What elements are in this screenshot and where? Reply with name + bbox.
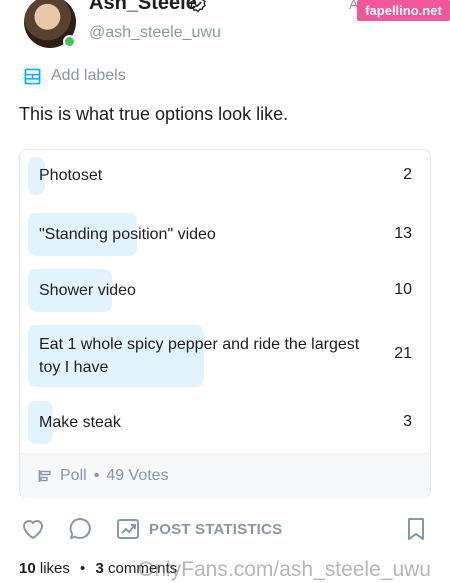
poll-option[interactable]: Eat 1 whole spicy pepper and ride the la… — [28, 325, 424, 387]
poll-summary: Poll • 49 Votes — [20, 453, 430, 498]
likes-count[interactable]: 10 — [19, 560, 36, 577]
poll-type-label: Poll — [60, 467, 87, 484]
bookmark-button[interactable] — [403, 514, 429, 544]
poll-option-label: Eat 1 whole spicy pepper and ride the la… — [39, 336, 360, 376]
like-button[interactable] — [20, 514, 46, 544]
post-actions-bar: POST STATISTICS — [0, 514, 450, 546]
online-status-dot — [63, 35, 76, 48]
poll-option-label: Make steak — [39, 414, 121, 431]
engagement-separator: • — [80, 560, 86, 577]
add-labels-text: Add labels — [51, 67, 126, 84]
creator-handle[interactable]: @ash_steele_uwu — [89, 24, 221, 42]
poll-card: Photoset 2 "Standing position" video 13 … — [19, 149, 431, 498]
post-text: This is what true options look like. — [19, 104, 289, 124]
add-labels-button[interactable]: Add labels — [24, 64, 126, 88]
comment-icon — [69, 518, 91, 539]
poll-total-votes: 49 Votes — [106, 467, 169, 484]
bookmark-icon — [408, 518, 424, 540]
comments-count[interactable]: 3 — [95, 560, 103, 577]
poll-option-votes: 2 — [403, 166, 412, 183]
poll-option-votes: 3 — [403, 413, 412, 430]
heart-icon — [22, 520, 44, 540]
label-icon — [24, 68, 41, 84]
url-watermark: OnlyFans.com/ash_steele_uwu — [138, 558, 431, 581]
chart-icon — [117, 519, 139, 539]
post-header: Ash_Steele @ash_steele_uwu A fapellino.n… — [0, 0, 450, 56]
poll-option[interactable]: "Standing position" video 13 — [28, 213, 424, 256]
comment-button[interactable] — [67, 514, 93, 544]
verified-icon — [190, 0, 206, 13]
site-watermark-badge: fapellino.net — [357, 0, 450, 21]
poll-option-votes: 13 — [394, 225, 412, 242]
post-statistics-label: POST STATISTICS — [149, 520, 283, 538]
poll-summary-separator: • — [93, 467, 100, 484]
creator-display-name[interactable]: Ash_Steele — [89, 0, 197, 15]
poll-option[interactable]: Shower video 10 — [28, 269, 424, 312]
poll-option-label: Shower video — [39, 282, 136, 299]
poll-option-label: "Standing position" video — [39, 226, 216, 243]
poll-icon — [38, 470, 51, 482]
poll-option-label: Photoset — [39, 167, 103, 184]
poll-option-votes: 21 — [394, 345, 412, 362]
poll-option[interactable]: Make steak 3 — [28, 401, 424, 444]
poll-option[interactable]: Photoset 2 — [28, 157, 424, 195]
poll-option-votes: 10 — [394, 281, 412, 298]
likes-word[interactable]: likes — [40, 560, 70, 577]
post-statistics-button[interactable]: POST STATISTICS — [115, 514, 282, 544]
